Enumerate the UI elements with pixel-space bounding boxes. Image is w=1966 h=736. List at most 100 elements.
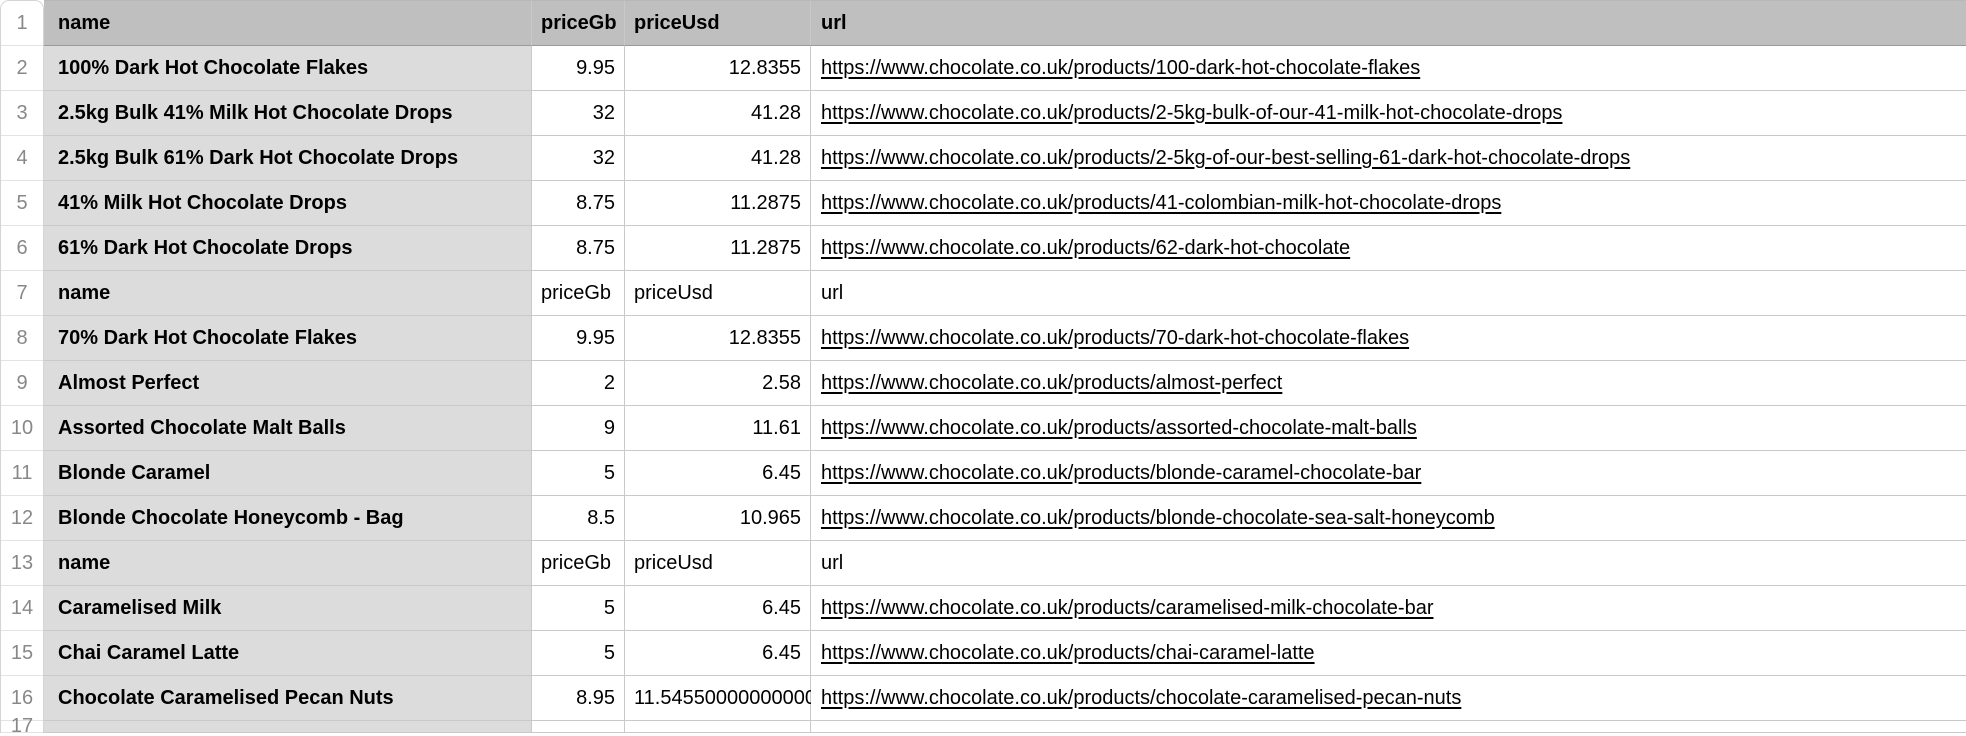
row-number-8[interactable]: 8 bbox=[1, 316, 43, 361]
cell-url[interactable]: https://www.chocolate.co.uk/products/cho… bbox=[811, 676, 1966, 721]
row-number-17[interactable]: 17 bbox=[1, 715, 43, 733]
cell-price-gb[interactable]: 5 bbox=[532, 631, 625, 676]
cell-name[interactable]: 41% Milk Hot Chocolate Drops bbox=[44, 181, 532, 226]
cell-price-gb[interactable]: 32 bbox=[532, 136, 625, 181]
cell-url[interactable]: https://www.chocolate.co.uk/products/blo… bbox=[811, 451, 1966, 496]
cell-name[interactable]: name bbox=[44, 541, 532, 586]
cell-url[interactable]: https://www.chocolate.co.uk/products/car… bbox=[811, 586, 1966, 631]
table-row: name priceGb priceUsd url bbox=[44, 541, 1966, 586]
url-hyperlink[interactable]: https://www.chocolate.co.uk/products/alm… bbox=[821, 372, 1282, 395]
row-number-10[interactable]: 10 bbox=[1, 406, 43, 451]
cell-url[interactable]: https://www.chocolate.co.uk/products/ass… bbox=[811, 406, 1966, 451]
cell-price-gb[interactable]: 2 bbox=[532, 361, 625, 406]
url-hyperlink[interactable]: https://www.chocolate.co.uk/products/blo… bbox=[821, 507, 1495, 530]
url-hyperlink[interactable]: https://www.chocolate.co.uk/products/ass… bbox=[821, 417, 1417, 440]
cell-url[interactable]: https://www.chocolate.co.uk/products/100… bbox=[811, 46, 1966, 91]
cell-url[interactable]: https://www.chocolate.co.uk/products/cha… bbox=[811, 631, 1966, 676]
row-number-3[interactable]: 3 bbox=[1, 91, 43, 136]
row-number-12[interactable]: 12 bbox=[1, 496, 43, 541]
cell-price-usd[interactable] bbox=[625, 721, 811, 733]
cell-price-gb[interactable]: priceGb bbox=[532, 271, 625, 316]
cell-price-gb[interactable]: 9 bbox=[532, 406, 625, 451]
table-row: Chocolate Caramelised Pecan Nuts 8.95 11.5… bbox=[44, 676, 1966, 721]
cell-price-gb[interactable] bbox=[532, 721, 625, 733]
cell-name[interactable]: 70% Dark Hot Chocolate Flakes bbox=[44, 316, 532, 361]
cell-url[interactable]: https://www.chocolate.co.uk/products/blo… bbox=[811, 496, 1966, 541]
cell-price-usd[interactable]: 11.545500000000000 bbox=[625, 676, 827, 721]
cell-url[interactable]: https://www.chocolate.co.uk/products/alm… bbox=[811, 361, 1966, 406]
url-hyperlink[interactable]: https://www.chocolate.co.uk/products/62-… bbox=[821, 237, 1350, 260]
cell-price-usd[interactable]: 6.45 bbox=[625, 451, 811, 496]
url-hyperlink[interactable]: https://www.chocolate.co.uk/products/car… bbox=[821, 597, 1433, 620]
cell-name[interactable]: 61% Dark Hot Chocolate Drops bbox=[44, 226, 532, 271]
cell-price-usd[interactable]: 41.28 bbox=[625, 91, 811, 136]
cell-name[interactable]: 100% Dark Hot Chocolate Flakes bbox=[44, 46, 532, 91]
url-hyperlink[interactable]: https://www.chocolate.co.uk/products/cha… bbox=[821, 642, 1315, 665]
cell-name[interactable]: Blonde Caramel bbox=[44, 451, 532, 496]
cell-price-usd[interactable]: 11.2875 bbox=[625, 181, 811, 226]
cell-name[interactable]: Caramelised Milk bbox=[44, 586, 532, 631]
cell-price-gb[interactable]: 8.5 bbox=[532, 496, 625, 541]
row-number-2[interactable]: 2 bbox=[1, 46, 43, 91]
row-number-14[interactable]: 14 bbox=[1, 586, 43, 631]
cell-price-usd[interactable]: 6.45 bbox=[625, 631, 811, 676]
row-number-11[interactable]: 11 bbox=[1, 451, 43, 496]
cell-price-gb[interactable]: 32 bbox=[532, 91, 625, 136]
url-hyperlink[interactable]: https://www.chocolate.co.uk/products/70-… bbox=[821, 327, 1409, 350]
url-hyperlink[interactable]: https://www.chocolate.co.uk/products/41-… bbox=[821, 192, 1501, 215]
cell-price-gb[interactable]: 8.95 bbox=[532, 676, 625, 721]
cell-price-gb[interactable]: 5 bbox=[532, 451, 625, 496]
cell-price-usd[interactable]: 12.8355 bbox=[625, 316, 811, 361]
row-number-7[interactable]: 7 bbox=[1, 271, 43, 316]
url-hyperlink[interactable]: https://www.chocolate.co.uk/products/2-5… bbox=[821, 147, 1630, 170]
cell-price-gb[interactable]: 8.75 bbox=[532, 226, 625, 271]
cell-name[interactable]: 2.5kg Bulk 41% Milk Hot Chocolate Drops bbox=[44, 91, 532, 136]
cell-price-usd[interactable]: 12.8355 bbox=[625, 46, 811, 91]
spreadsheet-viewport: 1 2 3 4 5 6 7 8 9 10 11 12 13 14 15 16 17 name priceGb pri… bbox=[0, 0, 1966, 736]
cell-price-usd[interactable]: 11.61 bbox=[625, 406, 811, 451]
cell-url[interactable]: url bbox=[811, 271, 1966, 316]
url-hyperlink[interactable]: https://www.chocolate.co.uk/products/cho… bbox=[821, 687, 1461, 710]
cell-price-usd[interactable]: priceUsd bbox=[625, 541, 811, 586]
cell-price-gb[interactable]: priceGb bbox=[532, 1, 625, 46]
cell-url[interactable]: https://www.chocolate.co.uk/products/2-5… bbox=[811, 91, 1966, 136]
cell-url[interactable]: https://www.chocolate.co.uk/products/70-… bbox=[811, 316, 1966, 361]
cell-price-usd[interactable]: 41.28 bbox=[625, 136, 811, 181]
url-hyperlink[interactable]: https://www.chocolate.co.uk/products/100… bbox=[821, 57, 1420, 80]
cell-name[interactable]: name bbox=[44, 271, 532, 316]
cell-url[interactable]: url bbox=[811, 541, 1966, 586]
cell-name[interactable]: Blonde Chocolate Honeycomb - Bag bbox=[44, 496, 532, 541]
cell-price-usd[interactable]: 10.965 bbox=[625, 496, 811, 541]
row-number-15[interactable]: 15 bbox=[1, 631, 43, 676]
cell-name[interactable] bbox=[44, 721, 532, 733]
cell-url[interactable]: https://www.chocolate.co.uk/products/62-… bbox=[811, 226, 1966, 271]
cell-price-usd[interactable]: priceUsd bbox=[625, 1, 811, 46]
cell-price-usd[interactable]: priceUsd bbox=[625, 271, 811, 316]
url-hyperlink[interactable]: https://www.chocolate.co.uk/products/blo… bbox=[821, 462, 1421, 485]
cell-name[interactable]: 2.5kg Bulk 61% Dark Hot Chocolate Drops bbox=[44, 136, 532, 181]
cell-name[interactable]: Almost Perfect bbox=[44, 361, 532, 406]
cell-price-usd[interactable]: 6.45 bbox=[625, 586, 811, 631]
url-hyperlink[interactable]: https://www.chocolate.co.uk/products/2-5… bbox=[821, 102, 1562, 125]
cell-url[interactable]: https://www.chocolate.co.uk/products/41-… bbox=[811, 181, 1966, 226]
cell-price-gb[interactable]: priceGb bbox=[532, 541, 625, 586]
cell-url[interactable] bbox=[811, 721, 1966, 733]
cell-price-usd[interactable]: 2.58 bbox=[625, 361, 811, 406]
row-number-4[interactable]: 4 bbox=[1, 136, 43, 181]
cell-price-usd[interactable]: 11.2875 bbox=[625, 226, 811, 271]
cell-url[interactable]: url bbox=[811, 1, 1966, 46]
row-number-6[interactable]: 6 bbox=[1, 226, 43, 271]
cell-name[interactable]: Chocolate Caramelised Pecan Nuts bbox=[44, 676, 532, 721]
cell-price-gb[interactable]: 8.75 bbox=[532, 181, 625, 226]
cell-price-gb[interactable]: 5 bbox=[532, 586, 625, 631]
row-number-1[interactable]: 1 bbox=[1, 1, 43, 46]
cell-price-gb[interactable]: 9.95 bbox=[532, 316, 625, 361]
row-number-5[interactable]: 5 bbox=[1, 181, 43, 226]
row-number-9[interactable]: 9 bbox=[1, 361, 43, 406]
cell-price-gb[interactable]: 9.95 bbox=[532, 46, 625, 91]
cell-name[interactable]: name bbox=[44, 1, 532, 46]
cell-name[interactable]: Assorted Chocolate Malt Balls bbox=[44, 406, 532, 451]
cell-url[interactable]: https://www.chocolate.co.uk/products/2-5… bbox=[811, 136, 1966, 181]
row-number-13[interactable]: 13 bbox=[1, 541, 43, 586]
cell-name[interactable]: Chai Caramel Latte bbox=[44, 631, 532, 676]
